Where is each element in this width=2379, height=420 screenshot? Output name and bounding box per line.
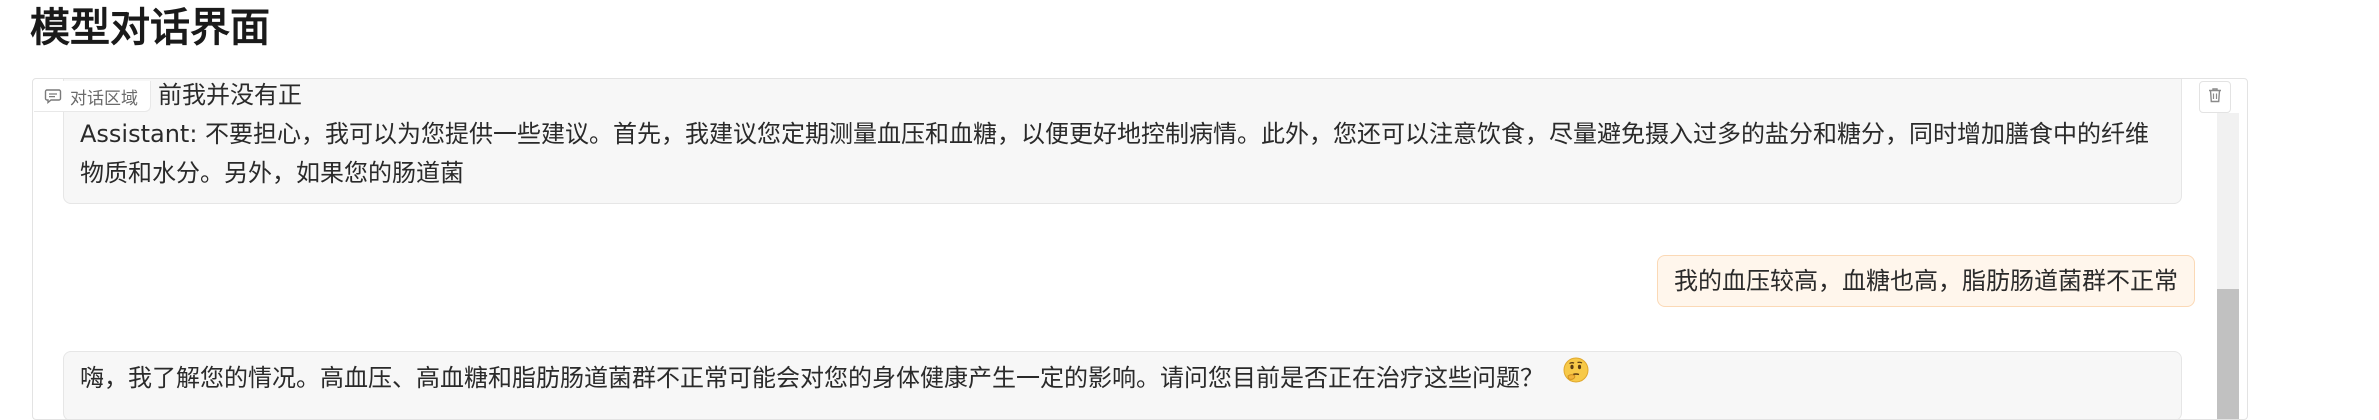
message-line: 物质和水分。另外，如果您的肠道菌 — [80, 159, 464, 187]
chat-panel-label: 对话区域 — [34, 81, 151, 112]
chat-panel[interactable]: 对话区域 前我并没有正 Assistant: 不要担心，我可以为您提供一些建议。… — [32, 78, 2248, 420]
chat-scrollbar[interactable] — [2217, 113, 2239, 419]
user-message: 我的血压较高，血糖也高，脂肪肠道菌群不正常 — [1657, 255, 2195, 307]
bot-message: 前我并没有正 Assistant: 不要担心，我可以为您提供一些建议。首先，我建… — [63, 79, 2182, 204]
chat-panel-label-text: 对话区域 — [70, 88, 138, 109]
page-title: 模型对话界面 — [30, 5, 270, 51]
clear-chat-button[interactable] — [2199, 81, 2231, 113]
trash-icon — [2206, 86, 2224, 108]
message-line: Assistant: 不要担心，我可以为您提供一些建议。首先，我建议您定期测量血… — [80, 120, 2150, 148]
bot-message: 嗨，我了解您的情况。高血压、高血糖和脂肪肠道菌群不正常可能会对您的身体健康产生一… — [63, 350, 2182, 419]
chat-bubble-icon — [44, 87, 62, 105]
thinking-face-icon — [1562, 350, 1590, 402]
message-text: 嗨，我了解您的情况。高血压、高血糖和脂肪肠道菌群不正常可能会对您的身体健康产生一… — [80, 364, 1544, 392]
chat-scrollbar-thumb[interactable] — [2217, 289, 2239, 419]
message-text: 我的血压较高，血糖也高，脂肪肠道菌群不正常 — [1674, 267, 2178, 295]
message-line: 前我并没有正 — [158, 81, 302, 109]
